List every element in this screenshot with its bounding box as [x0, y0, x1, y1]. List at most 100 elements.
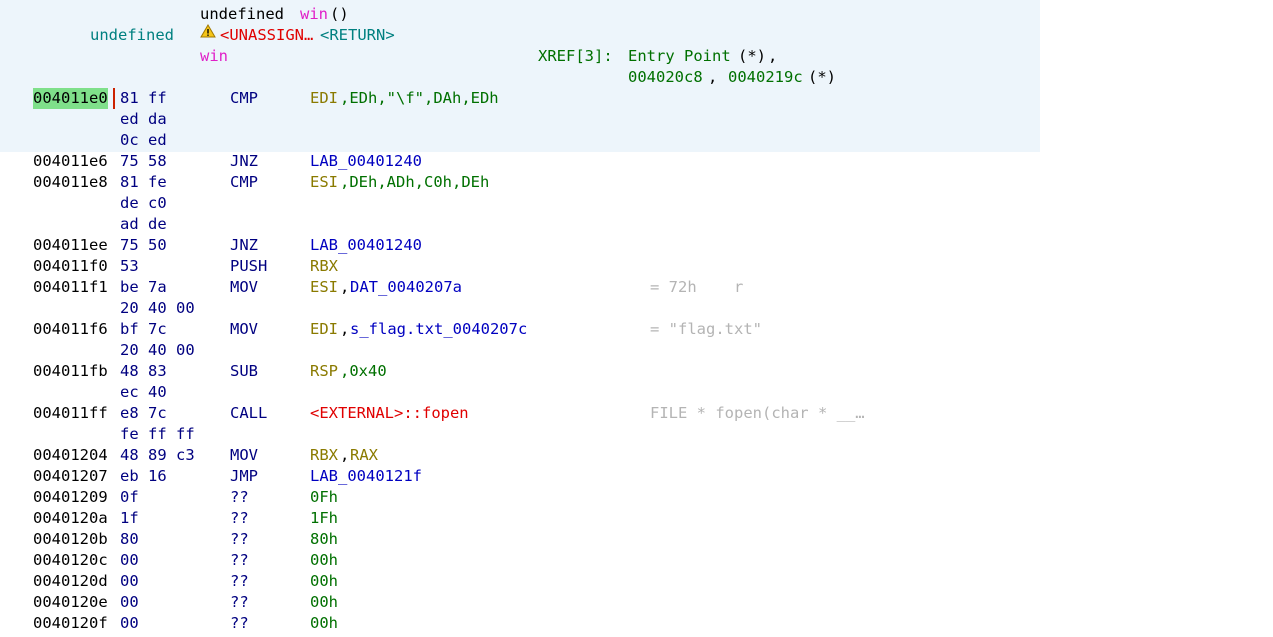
row-operand-scalar[interactable]: 80h: [310, 529, 338, 550]
xref-address-1[interactable]: 004020c8: [628, 67, 703, 88]
row-address[interactable]: 00401209: [33, 487, 108, 508]
row-address[interactable]: 0040120e: [33, 592, 108, 613]
row-operand-scalar[interactable]: 00h: [310, 550, 338, 571]
row-bytes[interactable]: bf 7c: [120, 319, 167, 340]
row-operand-register[interactable]: RAX: [350, 445, 378, 466]
row-operand-external[interactable]: <EXTERNAL>::fopen: [310, 403, 469, 424]
row-operand-scalar[interactable]: ,DEh,ADh,C0h,DEh: [340, 172, 489, 193]
row-bytes[interactable]: 00: [120, 571, 139, 592]
row-bytes[interactable]: 0f: [120, 487, 139, 508]
row-operand-register[interactable]: EDI: [310, 88, 338, 109]
xref-entry-point[interactable]: Entry Point: [628, 46, 731, 67]
row-bytes[interactable]: 80: [120, 529, 139, 550]
row-operand-comma: ,: [340, 320, 350, 338]
row-bytes[interactable]: e8 7c: [120, 403, 167, 424]
row-mnemonic[interactable]: JNZ: [230, 151, 258, 172]
row-bytes[interactable]: de c0: [120, 193, 167, 214]
row-operand-register[interactable]: RSP: [310, 361, 338, 382]
row-mnemonic[interactable]: ??: [230, 571, 249, 592]
row-operand-scalar[interactable]: 00h: [310, 592, 338, 613]
row-bytes[interactable]: 20 40 00: [120, 340, 195, 361]
row-mnemonic[interactable]: ??: [230, 508, 249, 529]
row-bytes[interactable]: 0c ed: [120, 130, 167, 151]
row-address[interactable]: 004011e6: [33, 151, 108, 172]
row-operand-register[interactable]: RBX: [310, 445, 338, 466]
signature-function-name[interactable]: win: [300, 4, 328, 25]
row-address[interactable]: 0040120b: [33, 529, 108, 550]
row-bytes[interactable]: 81 ff: [120, 88, 167, 109]
return-type-label[interactable]: undefined: [90, 25, 174, 46]
row-bytes[interactable]: 81 fe: [120, 172, 167, 193]
row-address[interactable]: 0040120c: [33, 550, 108, 571]
row-bytes[interactable]: 00: [120, 592, 139, 613]
row-mnemonic[interactable]: JMP: [230, 466, 258, 487]
row-operand-register[interactable]: EDI: [310, 319, 338, 340]
row-bytes[interactable]: be 7a: [120, 277, 167, 298]
row-mnemonic[interactable]: ??: [230, 487, 249, 508]
row-operand-scalar[interactable]: 00h: [310, 613, 338, 634]
row-mnemonic[interactable]: ??: [230, 550, 249, 571]
row-mnemonic[interactable]: CMP: [230, 88, 258, 109]
row-address[interactable]: 004011ff: [33, 403, 108, 424]
row-operand-register[interactable]: ESI: [310, 172, 338, 193]
row-mnemonic[interactable]: CMP: [230, 172, 258, 193]
row-bytes[interactable]: 20 40 00: [120, 298, 195, 319]
return-storage[interactable]: <UNASSIGN…: [220, 25, 313, 46]
row-operand-label[interactable]: DAT_0040207a: [350, 277, 462, 298]
row-address[interactable]: 0040120d: [33, 571, 108, 592]
row-address[interactable]: 00401204: [33, 445, 108, 466]
row-bytes[interactable]: fe ff ff: [120, 424, 195, 445]
row-bytes[interactable]: 75 50: [120, 235, 167, 256]
row-address[interactable]: 004011f0: [33, 256, 108, 277]
row-operand-label[interactable]: LAB_00401240: [310, 151, 422, 172]
row-operand-label[interactable]: s_flag.txt_0040207c: [350, 319, 527, 340]
function-label[interactable]: win: [200, 46, 228, 67]
row-mnemonic[interactable]: ??: [230, 613, 249, 634]
row-address[interactable]: 0040120f: [33, 613, 108, 634]
row-operand-register[interactable]: ESI: [310, 277, 338, 298]
row-mnemonic[interactable]: ??: [230, 529, 249, 550]
row-mnemonic[interactable]: SUB: [230, 361, 258, 382]
xref-label: XREF[3]:: [538, 47, 613, 65]
row-operand-scalar[interactable]: 1Fh: [310, 508, 338, 529]
signature-return-type[interactable]: undefined: [200, 4, 284, 25]
row-operand-scalar[interactable]: ,EDh,"\f",DAh,EDh: [340, 88, 499, 109]
row-address[interactable]: 0040120a: [33, 508, 108, 529]
row-operand-register[interactable]: RBX: [310, 256, 338, 277]
row-operand-scalar[interactable]: ,0x40: [340, 361, 387, 382]
row-bytes[interactable]: 48 89 c3: [120, 445, 195, 466]
xref-separator: ,: [768, 47, 778, 65]
row-address[interactable]: 00401207: [33, 466, 108, 487]
row-bytes[interactable]: 53: [120, 256, 139, 277]
row-operand-scalar[interactable]: 00h: [310, 571, 338, 592]
row-mnemonic[interactable]: MOV: [230, 277, 258, 298]
row-address[interactable]: 004011e0: [33, 88, 108, 109]
row-bytes[interactable]: 00: [120, 613, 139, 634]
row-operand-label[interactable]: LAB_00401240: [310, 235, 422, 256]
warning-icon: [200, 24, 216, 38]
row-bytes[interactable]: eb 16: [120, 466, 167, 487]
row-mnemonic[interactable]: CALL: [230, 403, 267, 424]
row-bytes[interactable]: 75 58: [120, 151, 167, 172]
xref-address-2[interactable]: 0040219c: [728, 67, 803, 88]
row-bytes[interactable]: ec 40: [120, 382, 167, 403]
row-mnemonic[interactable]: MOV: [230, 445, 258, 466]
row-operand-scalar[interactable]: 0Fh: [310, 487, 338, 508]
row-bytes[interactable]: ed da: [120, 109, 167, 130]
row-address[interactable]: 004011ee: [33, 235, 108, 256]
row-bytes[interactable]: 00: [120, 550, 139, 571]
row-address[interactable]: 004011e8: [33, 172, 108, 193]
row-mnemonic[interactable]: ??: [230, 592, 249, 613]
row-mnemonic[interactable]: PUSH: [230, 256, 267, 277]
row-bytes[interactable]: 1f: [120, 508, 139, 529]
row-operand-comma: ,: [340, 278, 350, 296]
row-bytes[interactable]: 48 83: [120, 361, 167, 382]
return-label[interactable]: <RETURN>: [320, 25, 395, 46]
row-address[interactable]: 004011f1: [33, 277, 108, 298]
row-bytes[interactable]: ad de: [120, 214, 167, 235]
row-address[interactable]: 004011fb: [33, 361, 108, 382]
row-mnemonic[interactable]: MOV: [230, 319, 258, 340]
row-mnemonic[interactable]: JNZ: [230, 235, 258, 256]
row-operand-label[interactable]: LAB_0040121f: [310, 466, 422, 487]
row-address[interactable]: 004011f6: [33, 319, 108, 340]
